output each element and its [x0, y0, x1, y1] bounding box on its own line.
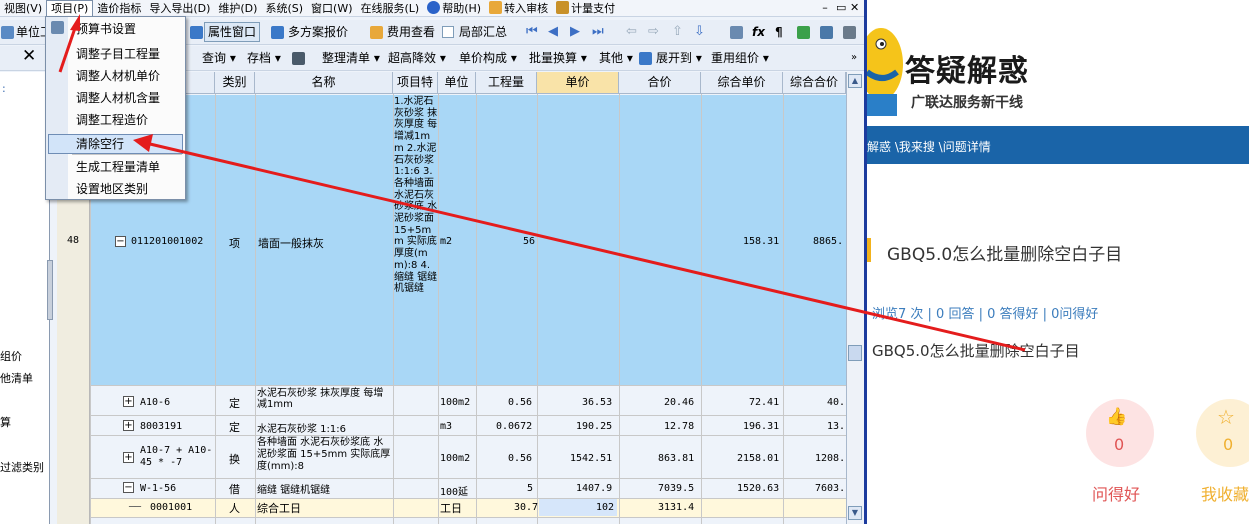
arrowhead-clear-empty: [133, 134, 153, 152]
arrow-to-clear-empty: [149, 142, 1026, 352]
arrowhead-menu: [70, 14, 80, 31]
arrow-to-menu: [58, 27, 77, 73]
annotation-arrows: [58, 14, 1026, 352]
